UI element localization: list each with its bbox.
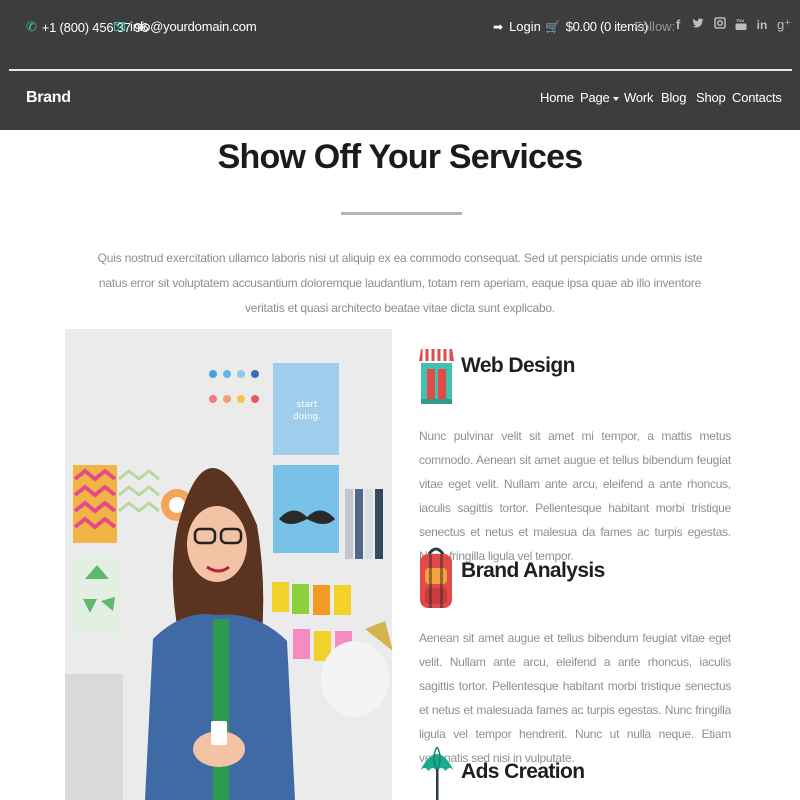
site-header: ✆ +1 (800) 456 37 96 info@yourdomain.com… [0, 0, 800, 130]
nav-item-shop[interactable]: Shop [696, 90, 726, 105]
nav-item-home[interactable]: Home [540, 90, 574, 105]
service-title: Web Design [461, 354, 575, 377]
follow-label: Follow: [634, 19, 676, 34]
email-address: info@yourdomain.com [130, 19, 257, 34]
youtube-icon[interactable]: You [734, 17, 748, 33]
hero-photo: start doing. [65, 329, 392, 800]
svg-text:start: start [297, 400, 318, 410]
page-title: Show Off Your Services [217, 138, 584, 176]
brand-logo[interactable]: Brand [26, 89, 71, 107]
sign-in-icon: ➡ [493, 19, 504, 34]
nav-item-page[interactable]: Page [580, 90, 619, 105]
nav-item-work[interactable]: Work [624, 90, 653, 105]
nav-item-page-label: Page [580, 90, 610, 105]
nav-item-contacts[interactable]: Contacts [732, 90, 782, 105]
svg-text:doing.: doing. [293, 412, 321, 422]
service-title: Brand Analysis [461, 559, 605, 582]
login-label: Login [509, 19, 541, 34]
cart-icon: 🛒 [545, 19, 560, 34]
svg-text:You: You [736, 18, 744, 23]
linkedin-icon[interactable]: in [755, 17, 769, 33]
cart-link[interactable]: 🛒 $0.00 (0 items) [545, 19, 648, 34]
email-contact[interactable]: info@yourdomain.com [114, 19, 257, 34]
login-link[interactable]: ➡ Login [493, 19, 541, 34]
instagram-icon[interactable] [713, 17, 727, 33]
service-title: Ads Creation [461, 760, 585, 783]
header-divider [9, 69, 792, 71]
google-plus-icon[interactable]: g⁺ [777, 17, 791, 33]
twitter-icon[interactable] [691, 17, 705, 33]
storefront-icon [419, 347, 454, 410]
service-description: Nunc pulvinar velit sit amet mi tempor, … [419, 429, 731, 563]
facebook-icon[interactable]: f [671, 17, 685, 33]
intro-paragraph: Quis nostrud exercitation ullamco labori… [97, 251, 703, 315]
envelope-icon [114, 22, 125, 31]
phone-icon: ✆ [26, 19, 37, 34]
nav-item-blog[interactable]: Blog [661, 90, 686, 105]
service-description: Aenean sit amet augue et tellus bibendum… [419, 631, 731, 765]
umbrella-icon [419, 745, 455, 800]
title-divider [341, 212, 462, 215]
backpack-icon [419, 546, 453, 615]
caret-down-icon [612, 96, 619, 101]
